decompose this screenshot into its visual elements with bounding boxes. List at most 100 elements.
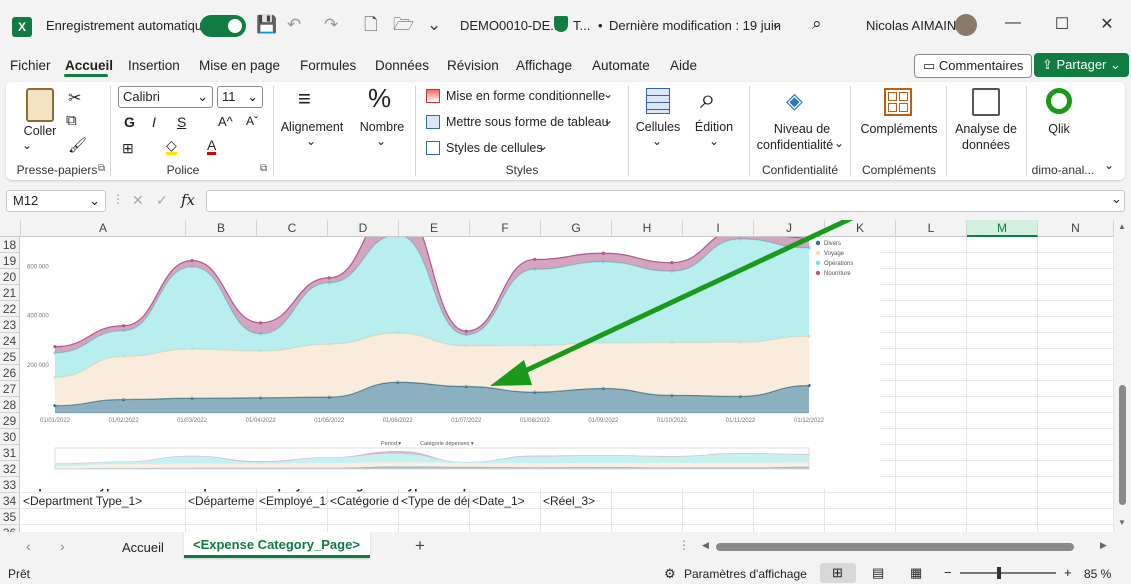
row-header[interactable]: 19 — [0, 253, 20, 269]
copy-icon[interactable]: ⧉ — [66, 112, 77, 129]
scroll-left-icon[interactable]: ◀ — [702, 540, 709, 551]
chevron-down-icon[interactable]: ⌄ — [603, 87, 613, 101]
undo-icon[interactable]: ↶ — [287, 14, 301, 36]
row-header[interactable]: 22 — [0, 301, 20, 317]
scrollbar-thumb[interactable] — [1119, 385, 1126, 505]
alignment-button[interactable]: Alignement — [278, 120, 346, 135]
decrease-font-icon[interactable]: Aˇ — [246, 114, 258, 128]
table-cell[interactable]: <Réel_3> — [541, 493, 612, 509]
row-header[interactable]: 26 — [0, 365, 20, 381]
chevron-down-icon[interactable]: ⌄ — [771, 16, 782, 32]
column-header-e[interactable]: E — [399, 220, 470, 237]
chevron-down-icon[interactable]: ⌄ — [709, 134, 719, 148]
column-header-b[interactable]: B — [186, 220, 257, 237]
cells-button[interactable]: Cellules — [634, 120, 682, 135]
addins-icon[interactable] — [884, 88, 912, 116]
row-header[interactable]: 31 — [0, 445, 20, 461]
column-header-a[interactable]: A — [21, 220, 186, 237]
cell-styles-button[interactable]: Styles de cellules — [446, 141, 543, 156]
chevron-down-icon[interactable]: ⌄ — [306, 134, 316, 148]
number-button[interactable]: Nombre — [356, 120, 408, 135]
column-header-h[interactable]: H — [612, 220, 683, 237]
scroll-up-icon[interactable]: ▲ — [1118, 222, 1126, 231]
column-header-g[interactable]: G — [541, 220, 612, 237]
column-header-n[interactable]: N — [1038, 220, 1114, 237]
fill-color-icon[interactable]: ◇ — [166, 138, 177, 155]
display-settings-button[interactable]: Paramètres d'affichage — [684, 567, 807, 581]
column-header-f[interactable]: F — [470, 220, 541, 237]
embedded-chart[interactable]: 200 000 400 000 600 000 01/01/2022 01/02/202… — [21, 237, 881, 489]
font-name-select[interactable]: Calibri ⌄ — [118, 86, 213, 108]
page-layout-icon[interactable]: ▤ — [872, 565, 884, 581]
row-header[interactable]: 30 — [0, 429, 20, 445]
sensitivity-icon[interactable]: ◈ — [786, 88, 803, 114]
column-header-d[interactable]: D — [328, 220, 399, 237]
chevron-down-icon[interactable]: ⌄ — [22, 138, 32, 152]
table-cell[interactable]: <Type de dép — [399, 493, 470, 509]
cells-icon[interactable] — [646, 88, 670, 114]
borders-icon[interactable]: ⊞ — [122, 140, 134, 157]
horizontal-scrollbar[interactable]: ◀ ▶ — [700, 540, 1112, 554]
row-header[interactable]: 29 — [0, 413, 20, 429]
close-icon[interactable]: ✕ — [1092, 14, 1122, 34]
next-sheet-icon[interactable]: › — [60, 538, 65, 554]
avatar[interactable] — [955, 14, 977, 36]
tab-affichage[interactable]: Affichage — [516, 58, 572, 73]
open-folder-icon[interactable]: 🗁 — [393, 14, 414, 36]
share-button[interactable]: ⇪ Partager ⌄ — [1034, 53, 1129, 77]
format-painter-icon[interactable]: 🖌 — [68, 136, 87, 154]
italic-icon[interactable]: I — [152, 114, 156, 130]
display-settings-icon[interactable]: ⚙ — [664, 566, 676, 582]
table-cell[interactable]: <Catégorie d — [328, 493, 399, 509]
cut-icon[interactable]: ✂ — [68, 88, 81, 108]
row-header[interactable]: 20 — [0, 269, 20, 285]
row-header[interactable]: 36 — [0, 525, 20, 532]
tab-formules[interactable]: Formules — [300, 58, 356, 73]
analyze-button-line1[interactable]: Analyse de — [950, 122, 1022, 137]
zoom-slider-thumb[interactable] — [997, 567, 1001, 579]
add-sheet-icon[interactable]: + — [415, 536, 425, 556]
column-header-l[interactable]: L — [896, 220, 967, 237]
chevron-down-icon[interactable]: ⌄ — [376, 134, 386, 148]
sensitivity-button-line2[interactable]: confidentialité — [751, 138, 839, 153]
search-icon[interactable]: ⌕ — [812, 14, 822, 34]
format-as-table-button[interactable]: Mettre sous forme de tableau — [446, 115, 609, 130]
column-header-c[interactable]: C — [257, 220, 328, 237]
tab-fichier[interactable]: Fichier — [10, 58, 51, 73]
conditional-format-button[interactable]: Mise en forme conditionnelle — [446, 89, 605, 104]
qlik-button[interactable]: Qlik — [1036, 122, 1082, 137]
sheet-tab-accueil[interactable]: Accueil — [122, 540, 164, 555]
row-header[interactable]: 32 — [0, 461, 20, 477]
last-modified[interactable]: Dernière modification : 19 juin — [609, 18, 781, 33]
expand-formula-icon[interactable]: ⌄ — [1111, 191, 1122, 207]
data-analysis-icon[interactable] — [972, 88, 1000, 116]
new-file-icon[interactable]: 🗋 — [364, 14, 378, 36]
comments-button[interactable]: ▭ Commentaires — [914, 54, 1033, 78]
zoom-out-icon[interactable]: − — [944, 565, 952, 580]
zoom-slider[interactable] — [960, 572, 1056, 574]
collapse-ribbon-icon[interactable]: ⌄ — [1104, 158, 1114, 172]
row-header[interactable]: 28 — [0, 397, 20, 413]
tab-insertion[interactable]: Insertion — [128, 58, 180, 73]
table-cell[interactable]: <Employé_1> — [257, 493, 328, 509]
tab-accueil[interactable]: Accueil — [65, 58, 113, 73]
document-name[interactable]: DEMO0010-DE... — [460, 18, 561, 33]
paste-button[interactable]: Coller — [22, 124, 58, 139]
save-icon[interactable]: 💾 — [256, 14, 277, 36]
zoom-in-icon[interactable]: + — [1064, 565, 1072, 580]
analyze-button-line2[interactable]: données — [950, 138, 1022, 153]
insert-function-icon[interactable]: fx — [181, 191, 195, 209]
name-box[interactable]: M12 ⌄ — [6, 190, 106, 212]
table-cell[interactable]: <Départeme — [186, 493, 257, 509]
qlik-icon[interactable] — [1046, 88, 1072, 114]
hscroll-thumb[interactable] — [716, 543, 1074, 551]
dialog-launcher-icon[interactable]: ⧉ — [98, 163, 105, 174]
column-header-k[interactable]: K — [825, 220, 896, 237]
addins-button[interactable]: Compléments — [856, 122, 942, 137]
chevron-down-icon[interactable]: ⌄ — [538, 139, 548, 153]
row-header[interactable]: 23 — [0, 317, 20, 333]
chevron-down-icon[interactable]: ⌄ — [603, 113, 613, 127]
tab-revision[interactable]: Révision — [447, 58, 499, 73]
worksheet-grid[interactable]: ABCDEFGHIJKLMN 18 19 20 21 22 23 24 25 26 27 28 29 3… — [0, 220, 1131, 532]
font-color-icon[interactable]: A — [207, 138, 217, 155]
